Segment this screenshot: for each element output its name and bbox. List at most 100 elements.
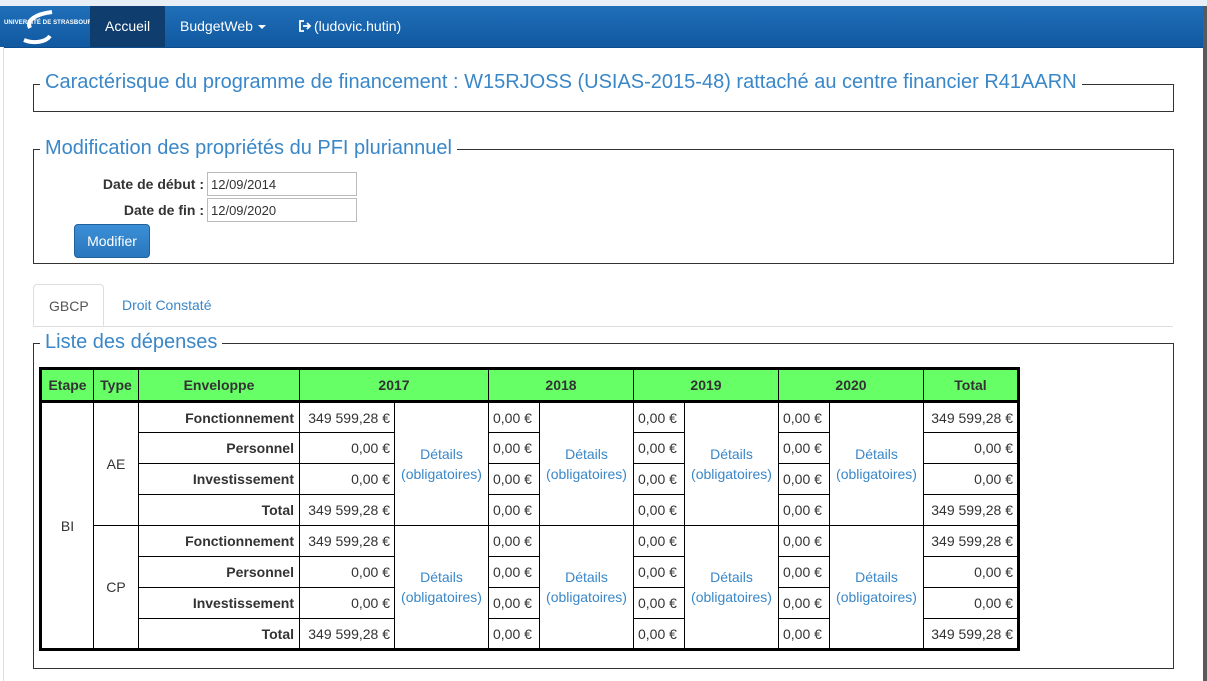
amount-total: 0,00 € (923, 463, 1019, 495)
details-sub: (obligatoires) (401, 589, 482, 605)
details-link-cp-2018[interactable]: Détails (obligatoires) (539, 525, 634, 650)
nav-budgetweb-dropdown[interactable]: BudgetWeb (165, 6, 281, 47)
type-cell-ae: AE (93, 401, 139, 526)
page-left-edge (0, 47, 4, 681)
amount-total: 0,00 € (923, 587, 1019, 619)
nav-logout-user[interactable]: (ludovic.hutin) (283, 6, 416, 47)
amount-2020: 0,00 € (778, 432, 830, 464)
amount-2020: 0,00 € (778, 618, 830, 650)
amount-2019: 0,00 € (633, 587, 685, 619)
amount-total: 349 599,28 € (923, 618, 1019, 650)
details-sub: (obligatoires) (546, 466, 627, 482)
amount-2020: 0,00 € (778, 463, 830, 495)
amount-2018: 0,00 € (488, 432, 540, 464)
expenses-legend: Liste des dépenses (40, 330, 223, 354)
details-sub: (obligatoires) (691, 589, 772, 605)
table-header-row: Etape Type Enveloppe 2017 2018 2019 2020… (40, 368, 1019, 403)
enveloppe-cell: Fonctionnement (138, 401, 300, 433)
header-2017: 2017 (299, 368, 489, 403)
nav-accueil-label: Accueil (105, 18, 151, 34)
details-sub: (obligatoires) (691, 466, 772, 482)
details-sub: (obligatoires) (836, 589, 917, 605)
details-link-cp-2019[interactable]: Détails (obligatoires) (684, 525, 779, 650)
start-date-label: Date de début : (102, 176, 204, 192)
amount-2018: 0,00 € (488, 556, 540, 588)
start-date-input[interactable] (207, 172, 357, 196)
tab-droit-constate[interactable]: Droit Constaté (107, 284, 226, 326)
amount-2020: 0,00 € (778, 525, 830, 557)
amount-2020: 0,00 € (778, 401, 830, 433)
details-link-ae-2018[interactable]: Détails (obligatoires) (539, 401, 634, 526)
amount-2018: 0,00 € (488, 525, 540, 557)
amount-2018: 0,00 € (488, 618, 540, 650)
amount-total: 349 599,28 € (923, 494, 1019, 526)
details-label: Détails (420, 446, 463, 462)
amount-2019: 0,00 € (633, 432, 685, 464)
amount-2017: 349 599,28 € (299, 618, 395, 650)
enveloppe-cell: Personnel (138, 432, 300, 464)
amount-total: 349 599,28 € (923, 525, 1019, 557)
amount-2017: 0,00 € (299, 587, 395, 619)
amount-2018: 0,00 € (488, 494, 540, 526)
navbar: UNIVERSITÉ DE STRASBOURG Accueil BudgetW… (0, 6, 1203, 48)
amount-2020: 0,00 € (778, 494, 830, 526)
enveloppe-cell: Personnel (138, 556, 300, 588)
header-2020: 2020 (778, 368, 924, 403)
details-link-cp-2020[interactable]: Détails (obligatoires) (829, 525, 924, 650)
amount-2019: 0,00 € (633, 525, 685, 557)
details-link-ae-2019[interactable]: Détails (obligatoires) (684, 401, 779, 526)
amount-2019: 0,00 € (633, 401, 685, 433)
details-link-cp-2017[interactable]: Détails (obligatoires) (394, 525, 489, 650)
table-row: BI AE Fonctionnement 349 599,28 € Détail… (40, 401, 1019, 650)
amount-total: 0,00 € (923, 556, 1019, 588)
pfi-legend: Modification des propriétés du PFI pluri… (40, 136, 457, 160)
logout-icon (299, 20, 312, 32)
header-2019: 2019 (633, 368, 779, 403)
enveloppe-cell: Total (138, 494, 300, 526)
window-scroll-edge (1203, 6, 1207, 681)
amount-2017: 349 599,28 € (299, 494, 395, 526)
amount-2019: 0,00 € (633, 556, 685, 588)
header-type: Type (93, 368, 139, 403)
amount-2019: 0,00 € (633, 463, 685, 495)
program-legend: Caractérisque du programme de financemen… (40, 70, 1082, 94)
details-sub: (obligatoires) (546, 589, 627, 605)
amount-2018: 0,00 € (488, 401, 540, 433)
details-sub: (obligatoires) (401, 466, 482, 482)
details-link-ae-2017[interactable]: Détails (obligatoires) (394, 401, 489, 526)
details-label: Détails (855, 569, 898, 585)
type-cell-cp: CP (93, 525, 139, 650)
nav-accueil[interactable]: Accueil (90, 6, 165, 47)
details-link-ae-2020[interactable]: Détails (obligatoires) (829, 401, 924, 526)
amount-2019: 0,00 € (633, 494, 685, 526)
amount-2020: 0,00 € (778, 556, 830, 588)
amount-2017: 0,00 € (299, 463, 395, 495)
amount-2017: 0,00 € (299, 556, 395, 588)
logo-swoosh-icon (23, 10, 53, 45)
header-total: Total (923, 368, 1019, 403)
amount-2020: 0,00 € (778, 587, 830, 619)
nav-budgetweb-label: BudgetWeb (180, 18, 253, 34)
amount-total: 0,00 € (923, 432, 1019, 464)
amount-total: 349 599,28 € (923, 401, 1019, 433)
enveloppe-cell: Fonctionnement (138, 525, 300, 557)
details-label: Détails (855, 446, 898, 462)
enveloppe-cell: Investissement (138, 463, 300, 495)
tab-gbcp[interactable]: GBCP (33, 284, 104, 326)
modifier-button[interactable]: Modifier (74, 224, 150, 258)
pfi-fieldset (33, 149, 1174, 264)
amount-2017: 0,00 € (299, 432, 395, 464)
amount-2018: 0,00 € (488, 463, 540, 495)
table-row: CP Fonctionnement 349 599,28 € Détails (o… (41, 525, 1019, 650)
details-label: Détails (565, 446, 608, 462)
expenses-table: Etape Type Enveloppe 2017 2018 2019 2020… (39, 367, 1020, 651)
university-logo[interactable]: UNIVERSITÉ DE STRASBOURG (0, 6, 97, 47)
end-date-input[interactable] (207, 198, 357, 222)
header-2018: 2018 (488, 368, 634, 403)
enveloppe-cell: Investissement (138, 587, 300, 619)
details-sub: (obligatoires) (836, 466, 917, 482)
enveloppe-cell: Total (138, 618, 300, 650)
etape-cell: BI (40, 401, 94, 650)
details-label: Détails (420, 569, 463, 585)
header-etape: Etape (40, 368, 94, 403)
